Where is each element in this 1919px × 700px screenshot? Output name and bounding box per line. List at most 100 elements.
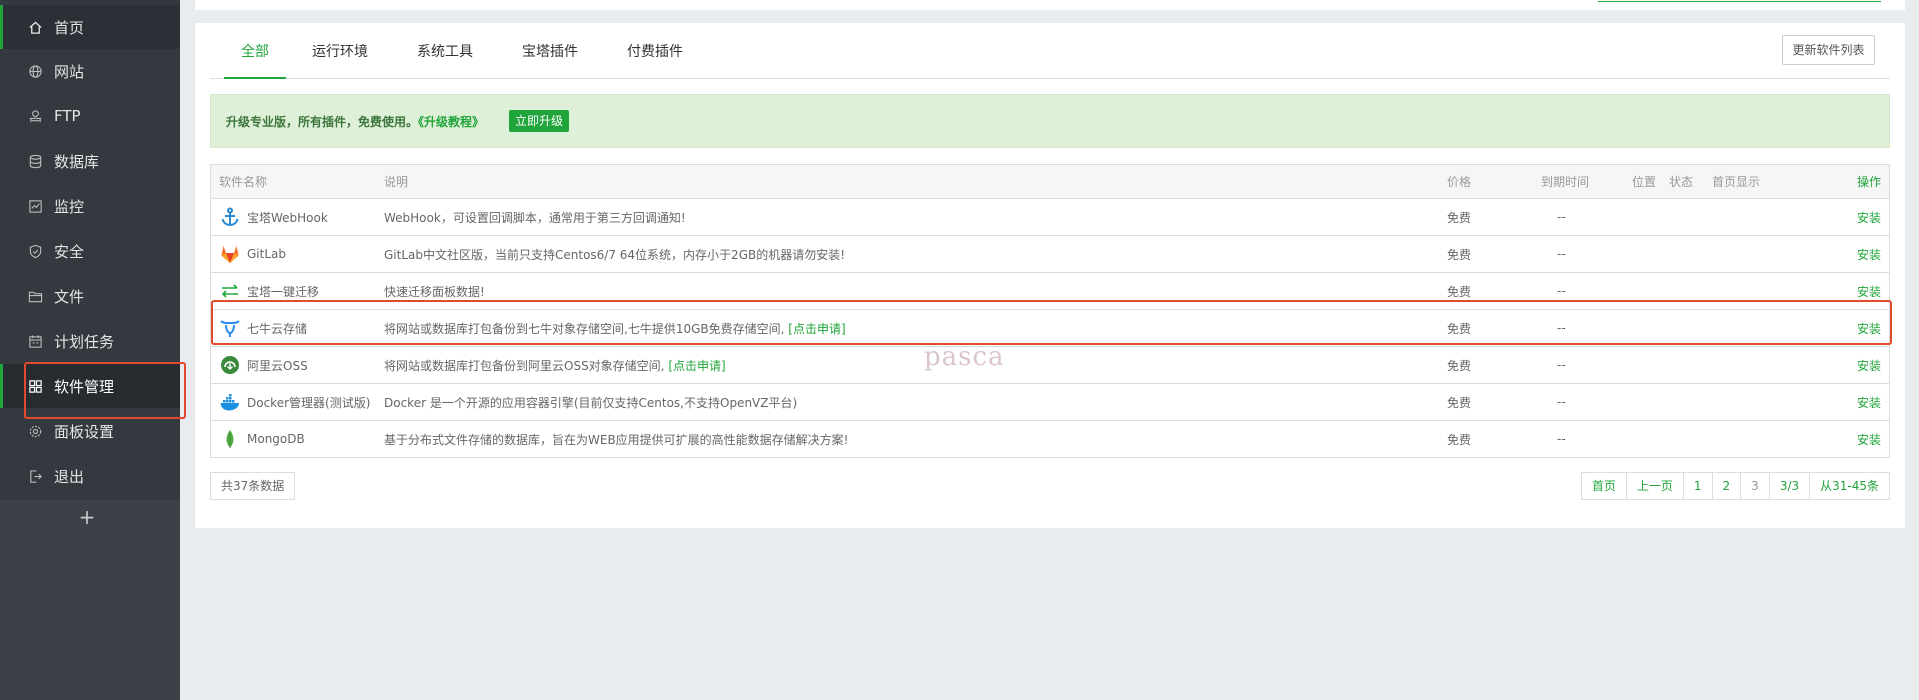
name-cell: 宝塔一键迁移 [219, 273, 319, 309]
desc-text: 将网站或数据库打包备份到阿里云OSS对象存储空间, [384, 358, 665, 373]
sidebar-item-ftp[interactable]: FTP [0, 94, 180, 138]
folder-icon [27, 288, 43, 304]
apply-link[interactable]: [点击申请] [788, 320, 845, 337]
ftp-icon [27, 108, 43, 124]
sidebar-item-label: 安全 [54, 242, 85, 261]
table-row: 七牛云存储 将网站或数据库打包备份到七牛对象存储空间,七牛提供10GB免费存储空… [211, 309, 1889, 346]
software-desc: 将网站或数据库打包备份到阿里云OSS对象存储空间, [点击申请] [384, 347, 726, 383]
expire: -- [1557, 247, 1566, 261]
apply-link[interactable]: [点击申请] [668, 357, 725, 374]
name-cell: Docker管理器(测试版) [219, 384, 370, 420]
software-name: GitLab [247, 247, 286, 261]
install-button[interactable]: 安装 [1857, 384, 1881, 420]
table-row: Docker管理器(测试版) Docker 是一个开源的应用容器引擎(目前仅支持… [211, 383, 1889, 420]
first-page-button[interactable]: 首页 [1582, 473, 1626, 499]
install-button[interactable]: 安装 [1857, 310, 1881, 346]
aliyun-oss-icon [219, 354, 241, 376]
tab-system-tools[interactable]: 系统工具 [410, 23, 480, 79]
add-button[interactable]: + [78, 507, 96, 527]
header-desc: 说明 [384, 175, 409, 189]
page-3-current: 3 [1740, 473, 1769, 499]
gitlab-icon [219, 243, 241, 265]
sidebar-item-logout[interactable]: 退出 [0, 454, 180, 498]
sidebar-item-files[interactable]: 文件 [0, 274, 180, 318]
sidebar-item-website[interactable]: 网站 [0, 49, 180, 93]
sidebar-item-home[interactable]: 首页 [0, 5, 180, 49]
expire: -- [1557, 284, 1566, 298]
software-desc: WebHook，可设置回调脚本，通常用于第三方回调通知! [384, 199, 686, 235]
install-button[interactable]: 安装 [1857, 199, 1881, 235]
header-position: 位置 [1632, 175, 1657, 189]
desc-text: 快速迁移面板数据! [384, 284, 485, 299]
expire: -- [1557, 358, 1566, 372]
record-count: 共37条数据 [210, 472, 296, 500]
upgrade-now-button[interactable]: 立即升级 [509, 110, 570, 132]
price: 免费 [1447, 247, 1472, 262]
tab-all[interactable]: 全部 [224, 23, 286, 79]
tab-paid-plugins[interactable]: 付费插件 [620, 23, 690, 79]
desc-text: Docker 是一个开源的应用容器引擎(目前仅支持Centos,不支持OpenV… [384, 395, 798, 410]
table-row: GitLab GitLab中文社区版，当前只支持Centos6/7 64位系统，… [211, 235, 1889, 272]
sidebar-item-security[interactable]: 安全 [0, 229, 180, 273]
install-button[interactable]: 安装 [1857, 421, 1881, 457]
table-row: MongoDB 基于分布式文件存储的数据库，旨在为WEB应用提供可扩展的高性能数… [211, 420, 1889, 457]
page-1-button[interactable]: 1 [1682, 473, 1712, 499]
name-cell: 宝塔WebHook [219, 199, 328, 235]
software-name: 七牛云存储 [247, 321, 308, 336]
software-name: MongoDB [247, 432, 305, 446]
expire: -- [1557, 395, 1566, 409]
logout-icon [27, 468, 43, 484]
sidebar-item-cron[interactable]: 计划任务 [0, 319, 180, 363]
header-price: 价格 [1447, 175, 1472, 189]
sidebar-item-label: 软件管理 [54, 377, 115, 396]
header-status: 状态 [1669, 175, 1694, 189]
migrate-icon [219, 280, 241, 302]
update-software-list-button[interactable]: 更新软件列表 [1782, 35, 1875, 65]
price: 免费 [1447, 210, 1472, 225]
install-button[interactable]: 安装 [1857, 273, 1881, 309]
upgrade-tutorial-link[interactable]: 《升级教程》 [418, 115, 484, 129]
sidebar-item-database[interactable]: 数据库 [0, 139, 180, 183]
page-total: 3/3 [1768, 473, 1809, 499]
sidebar-item-label: 数据库 [54, 152, 100, 171]
sidebar-item-software[interactable]: 软件管理 [0, 364, 180, 408]
table-row: 宝塔一键迁移 快速迁移面板数据! 免费 -- 安装 [211, 272, 1889, 309]
header-op: 操作 [1856, 175, 1881, 189]
search-input[interactable] [1598, 0, 1881, 2]
software-panel: 全部 运行环境 系统工具 宝塔插件 付费插件 更新软件列表 升级专业版，所有插件… [195, 23, 1905, 528]
mongodb-icon [219, 428, 241, 450]
prev-page-button[interactable]: 上一页 [1625, 473, 1683, 499]
tab-bt-plugins[interactable]: 宝塔插件 [515, 23, 585, 79]
shield-icon [27, 243, 43, 259]
software-name: 宝塔WebHook [247, 210, 328, 225]
monitor-icon [27, 198, 43, 214]
name-cell: MongoDB [219, 421, 305, 457]
software-desc: GitLab中文社区版，当前只支持Centos6/7 64位系统，内存小于2GB… [384, 236, 845, 272]
home-icon [27, 19, 43, 35]
page-2-button[interactable]: 2 [1711, 473, 1741, 499]
name-cell: 阿里云OSS [219, 347, 308, 383]
sidebar-item-monitor[interactable]: 监控 [0, 184, 180, 228]
install-button[interactable]: 安装 [1857, 236, 1881, 272]
software-desc: 快速迁移面板数据! [384, 273, 485, 309]
table-header: 软件名称 说明 价格 到期时间 位置 状态 首页显示 操作 [211, 165, 1889, 198]
software-name: Docker管理器(测试版) [247, 395, 371, 410]
desc-text: 将网站或数据库打包备份到七牛对象存储空间,七牛提供10GB免费存储空间, [384, 321, 785, 336]
gear-icon [27, 423, 43, 439]
sidebar-item-label: 退出 [54, 467, 85, 486]
desc-text: WebHook，可设置回调脚本，通常用于第三方回调通知! [384, 210, 686, 225]
tab-runtime[interactable]: 运行环境 [305, 23, 375, 79]
price: 免费 [1447, 284, 1472, 299]
sidebar-item-label: 监控 [54, 197, 85, 216]
sidebar: 首页 网站 FTP 数据库 监控 安全 文件 计划任务 软件管理 面板设置 退出… [0, 0, 180, 700]
name-cell: GitLab [219, 236, 286, 272]
watermark: pasca [924, 342, 1005, 372]
price: 免费 [1447, 432, 1472, 447]
name-cell: 七牛云存储 [219, 310, 307, 346]
sidebar-item-settings[interactable]: 面板设置 [0, 409, 180, 453]
pagination: 首页 上一页 1 2 3 3/3 从31-45条 [1580, 472, 1890, 500]
install-button[interactable]: 安装 [1857, 347, 1881, 383]
software-tabs: 全部 运行环境 系统工具 宝塔插件 付费插件 更新软件列表 [210, 23, 1890, 79]
desc-text: 基于分布式文件存储的数据库，旨在为WEB应用提供可扩展的高性能数据存储解决方案! [384, 432, 849, 447]
header-home-display: 首页显示 [1712, 175, 1761, 189]
